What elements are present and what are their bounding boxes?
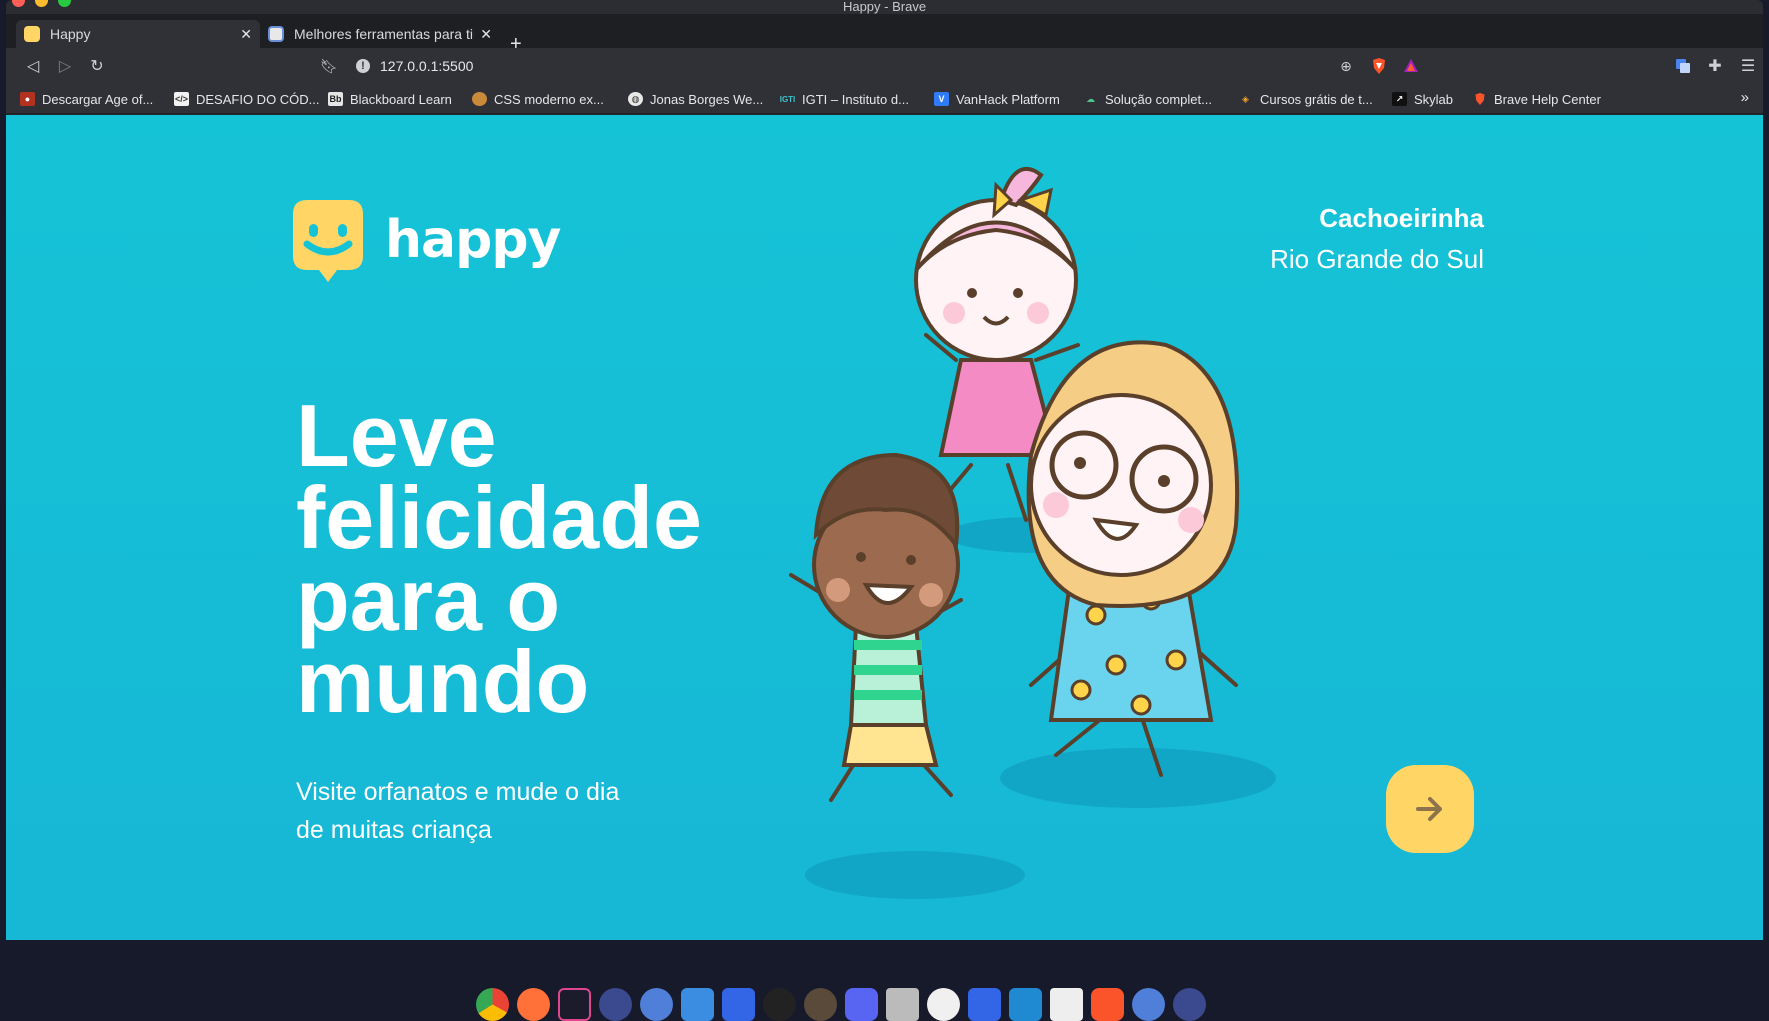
bookmark-icon[interactable]: 🔖︎ <box>318 55 340 77</box>
igti-icon: IGTI <box>779 94 796 104</box>
translate-icon[interactable] <box>1672 55 1694 77</box>
bookmark-item[interactable]: ◈ Cursos grátis de t... <box>1238 89 1373 109</box>
bookmark-item[interactable]: </> DESAFIO DO CÓD... <box>174 89 320 109</box>
aoe-icon: ● <box>20 92 35 106</box>
children-illustration <box>789 166 1276 899</box>
bookmarks-bar: ● Descargar Age of... </> DESAFIO DO CÓD… <box>6 84 1763 114</box>
brave-rewards-icon[interactable] <box>1400 55 1422 77</box>
terminal-icon[interactable] <box>558 988 591 1021</box>
inkscape-icon[interactable] <box>763 988 796 1021</box>
info-icon[interactable]: ! <box>356 59 370 73</box>
bookmark-item[interactable]: ☁ Solução complet... <box>1083 89 1212 109</box>
site-favicon-icon <box>268 26 284 42</box>
logo-text: happy <box>385 210 561 270</box>
dock-icons <box>476 988 1206 1021</box>
title-bar: Happy - Brave <box>6 0 1763 14</box>
happy-favicon-icon <box>24 26 40 42</box>
bb-icon: Bb <box>328 92 343 106</box>
skylab-icon: ↗ <box>1392 92 1407 106</box>
firefox-icon[interactable] <box>517 988 550 1021</box>
landing-page: happy Cachoeirinha Rio Grande do Sul Lev… <box>6 115 1763 940</box>
taskbar-dock <box>0 940 1769 1021</box>
tab-ferramentas[interactable]: Melhores ferramentas para tirar ✕ <box>260 20 500 48</box>
close-icon[interactable]: ✕ <box>480 26 492 43</box>
page-headline: Leve felicidade para o mundo <box>296 386 702 731</box>
store-icon[interactable] <box>722 988 755 1021</box>
toggle-icon[interactable] <box>640 988 673 1021</box>
brave-dock-icon[interactable] <box>1091 988 1124 1021</box>
tab-happy[interactable]: Happy ✕ <box>16 20 260 48</box>
monitor-icon[interactable] <box>599 988 632 1021</box>
calculator-icon[interactable] <box>886 988 919 1021</box>
github-icon[interactable] <box>927 988 960 1021</box>
gimp-icon[interactable] <box>804 988 837 1021</box>
bookmark-item[interactable]: Bb Blackboard Learn <box>328 89 452 109</box>
help-icon[interactable] <box>1050 988 1083 1021</box>
browser-window: Happy - Brave Happy ✕ Melhores ferrament… <box>6 0 1763 940</box>
close-icon[interactable]: ✕ <box>240 26 252 43</box>
url-text: 127.0.0.1:5500 <box>380 58 474 74</box>
bookmark-item[interactable]: ◍ Jonas Borges We... <box>628 89 763 109</box>
happy-logo[interactable]: happy <box>293 200 561 282</box>
arrow-right-icon <box>1416 797 1442 821</box>
person-icon <box>472 92 487 106</box>
address-bar[interactable]: ! 127.0.0.1:5500 <box>356 54 473 78</box>
files-icon[interactable] <box>681 988 714 1021</box>
window-title: Happy - Brave <box>842 0 927 14</box>
tab-strip: Happy ✕ Melhores ferramentas para tirar … <box>6 14 1763 54</box>
bookmark-item[interactable]: ↗ Skylab <box>1392 89 1453 109</box>
page-subtitle: Visite orfanatos e mude o dia de muitas … <box>296 778 620 844</box>
bookmark-item[interactable]: CSS moderno ex... <box>472 89 604 109</box>
forward-icon[interactable]: ▷ <box>54 55 76 77</box>
tab-label: Happy <box>50 26 91 42</box>
toggle-alt-icon[interactable] <box>1132 988 1165 1021</box>
chrome-icon[interactable] <box>476 988 509 1021</box>
brave-icon <box>1472 92 1487 106</box>
smiley-logo-icon <box>293 200 363 282</box>
bookmark-item[interactable]: V VanHack Platform <box>934 89 1060 109</box>
bookmark-item[interactable]: Brave Help Center <box>1472 89 1601 109</box>
tab-label: Melhores ferramentas para tirar <box>294 26 475 42</box>
monitor-alt-icon[interactable] <box>1173 988 1206 1021</box>
discord-icon[interactable] <box>845 988 878 1021</box>
vscode-icon[interactable] <box>1009 988 1042 1021</box>
back-icon[interactable]: ◁ <box>22 55 44 77</box>
enter-app-button[interactable] <box>1386 765 1474 853</box>
bookmark-item[interactable]: IGTI IGTI – Instituto d... <box>780 89 909 109</box>
globe-icon: ◍ <box>628 92 643 106</box>
menu-icon[interactable]: ☰ <box>1737 55 1759 77</box>
store-alt-icon[interactable] <box>968 988 1001 1021</box>
zoom-icon[interactable]: ⊕ <box>1335 55 1357 77</box>
more-bookmarks-icon[interactable]: » <box>1741 89 1749 106</box>
reload-icon[interactable]: ↻ <box>86 55 108 77</box>
vanhack-icon: V <box>934 92 949 106</box>
extensions-icon[interactable]: ✚ <box>1704 55 1726 77</box>
brave-shields-icon[interactable] <box>1368 55 1390 77</box>
cloud-icon: ☁ <box>1086 93 1095 104</box>
layers-icon: ◈ <box>1242 93 1249 104</box>
bookmark-item[interactable]: ● Descargar Age of... <box>20 89 153 109</box>
navigation-toolbar: ◁ ▷ ↻ 🔖︎ ! 127.0.0.1:5500 ⊕ ✚ ☰ <box>6 48 1763 84</box>
code-icon: </> <box>174 92 189 106</box>
